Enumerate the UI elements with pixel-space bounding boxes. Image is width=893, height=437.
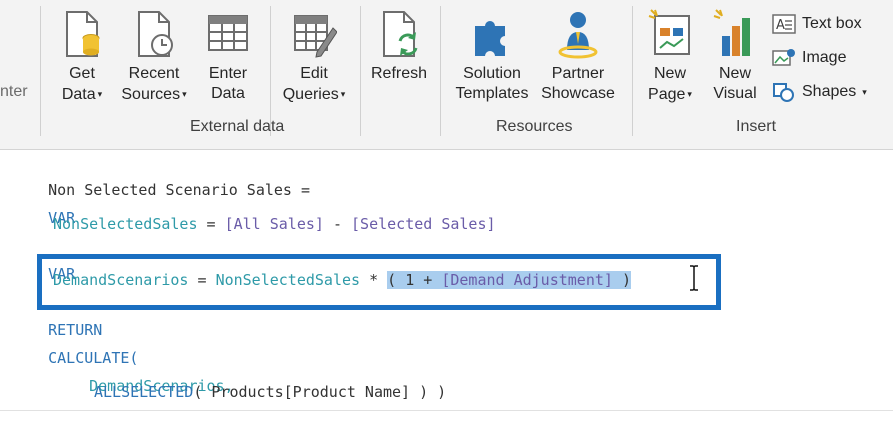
measure-declaration: Non Selected Scenario Sales = bbox=[48, 181, 311, 199]
measure-reference: [All Sales] bbox=[224, 215, 324, 233]
solution-templates-button[interactable]: Solution Templates bbox=[450, 8, 534, 104]
divider bbox=[0, 410, 893, 411]
enter-data-label-1: Enter bbox=[208, 65, 248, 82]
image-icon bbox=[772, 49, 795, 66]
code-line-1: Non Selected Scenario Sales = bbox=[12, 157, 310, 199]
ribbon-separator bbox=[440, 6, 441, 136]
new-page-label-1: New bbox=[653, 65, 686, 82]
ribbon-separator bbox=[40, 6, 41, 136]
text-cursor-icon bbox=[690, 265, 698, 291]
measure-reference: [Selected Sales] bbox=[351, 215, 496, 233]
chevron-down-icon: ▾ bbox=[687, 89, 692, 99]
code-line-8: DemandScenarios, bbox=[53, 353, 234, 395]
svg-text:A: A bbox=[776, 18, 785, 33]
enter-data-button[interactable]: Enter Data bbox=[200, 8, 256, 104]
column-reference: ( Products[Product Name] ) ) bbox=[193, 383, 447, 401]
code-line-9: ALLSELECTED( Products[Product Name] ) ) bbox=[94, 381, 446, 403]
minus-operator: - bbox=[323, 215, 352, 233]
ribbon-separator bbox=[270, 6, 271, 136]
recent-sources-icon bbox=[138, 11, 173, 57]
bar-chart-icon bbox=[713, 9, 750, 56]
ribbon-separator bbox=[632, 6, 633, 136]
image-button[interactable]: Image bbox=[772, 45, 846, 71]
edit-queries-button[interactable]: Edit Queries ▾ bbox=[276, 8, 352, 105]
refresh-label-2: Refresh bbox=[370, 65, 428, 82]
partner-showcase-label-2: Showcase bbox=[541, 85, 615, 102]
get-data-label-2: Data bbox=[61, 86, 96, 103]
shapes-icon bbox=[773, 83, 794, 102]
code-line-7: CALCULATE( bbox=[12, 325, 138, 367]
new-page-label-2: Page bbox=[648, 86, 686, 103]
partner-showcase-button[interactable]: Partner Showcase bbox=[536, 8, 620, 104]
new-page-icon bbox=[648, 9, 690, 55]
allselected-function: ALLSELECTED bbox=[94, 383, 194, 401]
new-visual-button[interactable]: New Visual bbox=[706, 8, 764, 104]
ribbon-separator bbox=[360, 6, 361, 136]
highlight-box bbox=[37, 254, 721, 310]
new-page-button[interactable]: New Page ▾ bbox=[640, 8, 700, 105]
resources-group-label: Resources bbox=[496, 118, 573, 135]
get-data-button[interactable]: Get Data ▾ bbox=[54, 8, 110, 105]
get-data-label-1: Get bbox=[69, 65, 95, 82]
new-visual-label-2: Visual bbox=[713, 85, 757, 102]
puzzle-icon bbox=[475, 21, 505, 56]
text-box-label: Text box bbox=[802, 15, 862, 32]
table-icon bbox=[208, 15, 248, 51]
image-label: Image bbox=[802, 49, 847, 66]
recent-sources-button[interactable]: Recent Sources ▾ bbox=[116, 8, 192, 105]
edit-queries-icon bbox=[294, 15, 337, 58]
chevron-down-icon: ▾ bbox=[97, 89, 103, 99]
variable-name: NonSelectedSales bbox=[53, 215, 198, 233]
solution-templates-label-2: Templates bbox=[455, 85, 529, 102]
code-line-2: VAR bbox=[12, 185, 75, 227]
refresh-button[interactable]: Refresh bbox=[364, 8, 434, 84]
truncated-ribbon-label: nter bbox=[0, 83, 28, 100]
recent-sources-label-2: Sources bbox=[121, 86, 181, 103]
external-data-group-label: External data bbox=[190, 118, 285, 135]
get-data-icon bbox=[66, 11, 100, 57]
refresh-icon bbox=[383, 11, 418, 57]
code-line-3: NonSelectedSales = [All Sales] - [Select… bbox=[53, 213, 496, 235]
person-icon bbox=[558, 12, 598, 59]
text-box-icon: A bbox=[772, 14, 796, 34]
insert-group-label: Insert bbox=[736, 118, 777, 135]
ribbon: nter Get Data ▾ Recent Sources ▾ Enter D… bbox=[0, 0, 893, 150]
chevron-down-icon: ▾ bbox=[340, 89, 346, 99]
shapes-button[interactable]: Shapes ▾ bbox=[772, 79, 867, 105]
edit-queries-label-1: Edit bbox=[300, 65, 328, 82]
equals-operator: = bbox=[197, 215, 225, 233]
text-box-button[interactable]: A Text box bbox=[772, 11, 862, 37]
recent-sources-label-1: Recent bbox=[128, 65, 180, 82]
enter-data-label-2: Data bbox=[211, 85, 245, 102]
new-visual-label-1: New bbox=[718, 65, 751, 82]
edit-queries-label-2: Queries bbox=[282, 86, 339, 103]
shapes-label: Shapes bbox=[802, 83, 857, 100]
chevron-down-icon: ▾ bbox=[182, 89, 187, 99]
solution-templates-label-1: Solution bbox=[463, 65, 521, 82]
chevron-down-icon: ▾ bbox=[862, 86, 867, 97]
partner-showcase-label-1: Partner bbox=[551, 65, 605, 82]
